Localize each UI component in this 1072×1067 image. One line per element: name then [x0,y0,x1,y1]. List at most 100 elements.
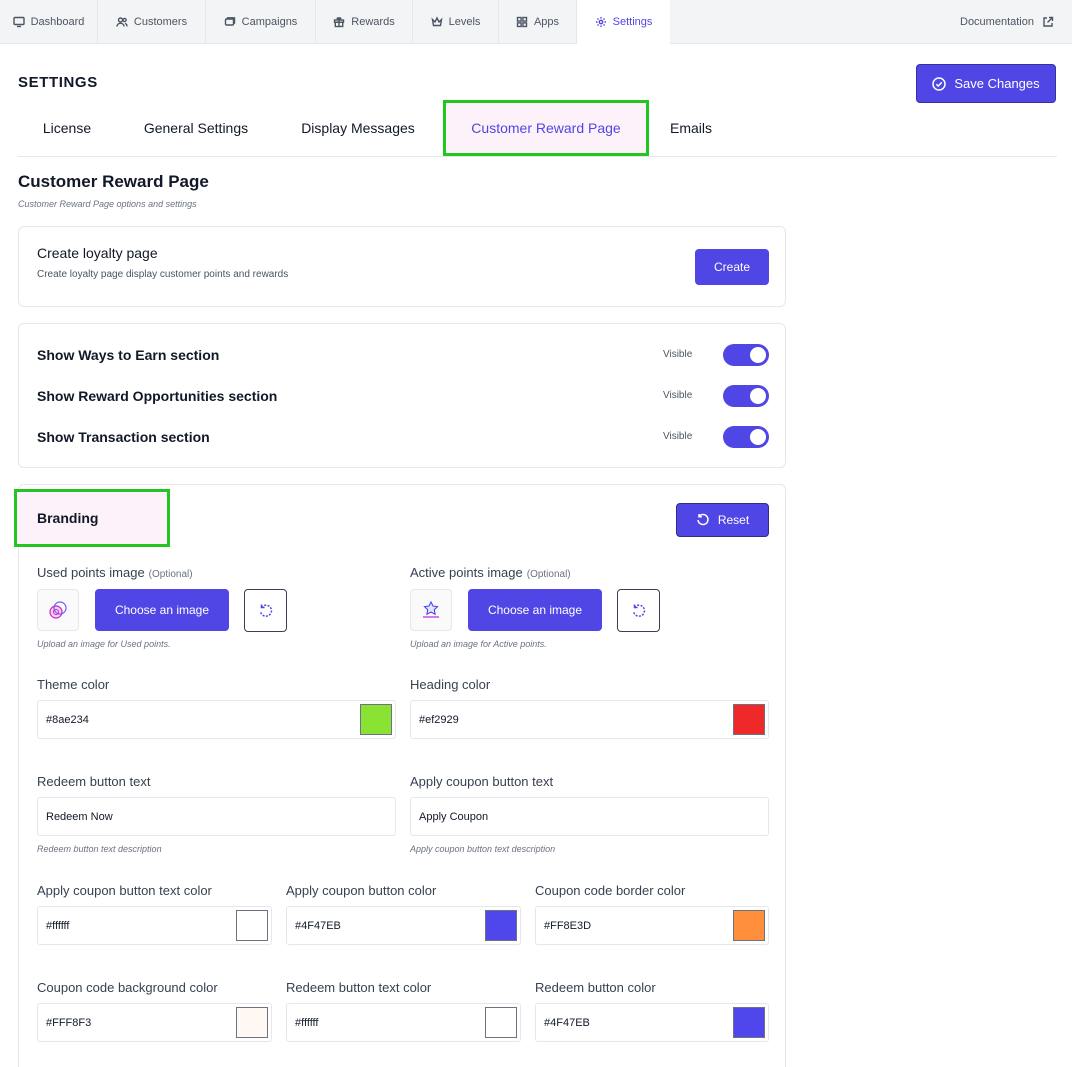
toggle-status: Visible [663,390,693,401]
nav-tab-customers[interactable]: Customers [98,0,206,44]
apply-text-hint: Apply coupon button text description [410,844,556,854]
undo-icon [259,603,272,617]
switch-knob [750,347,766,363]
apply-text-value: Apply Coupon [419,810,489,823]
heading-color-swatch[interactable] [733,704,765,735]
switch-knob [750,429,766,445]
apply-btn-color-value: #4F47EB [295,919,341,932]
active-points-thumbnail [410,589,452,631]
active-points-label-text: Active points image [410,565,523,580]
apply-btn-color-swatch[interactable] [485,910,517,941]
redeem-text-color-swatch[interactable] [485,1007,517,1038]
heading-color-label: Heading color [410,677,491,692]
coupon-bg-color-swatch[interactable] [236,1007,268,1038]
redeem-btn-color-swatch[interactable] [733,1007,765,1038]
section-description: Customer Reward Page options and setting… [18,199,197,209]
redeem-btn-color-input[interactable]: #4F47EB [535,1003,769,1042]
nav-tab-label: Levels [448,16,481,28]
toggle-row-reward-opportunities: Show Reward Opportunities section Visibl… [37,384,769,408]
branding-card: Branding Reset Used points image (Optiona… [14,484,786,1067]
undo-icon [632,603,645,617]
used-points-label: Used points image (Optional) [37,565,193,580]
apply-text-color-input[interactable]: #ffffff [37,906,272,945]
loyalty-description: Create loyalty page display customer poi… [37,269,289,280]
apply-text-color-label: Apply coupon button text color [37,883,212,898]
theme-color-label: Theme color [37,677,110,692]
save-changes-button[interactable]: Save Changes [916,64,1056,103]
toggle-status: Visible [663,431,693,442]
campaign-icon [224,17,235,26]
subtab-customer-reward-page[interactable]: Customer Reward Page [443,100,649,156]
check-circle-icon [932,76,947,91]
section-title: Customer Reward Page [18,172,209,191]
toggle-label: Show Transaction section [37,429,210,445]
apply-text-input[interactable]: Apply Coupon [410,797,769,836]
apply-text-label: Apply coupon button text [410,774,554,789]
nav-tab-label: Apps [533,16,560,28]
redeem-text-input[interactable]: Redeem Now [37,797,396,836]
subtab-general-settings[interactable]: General Settings [128,100,264,156]
redeem-text-color-value: #ffffff [295,1016,319,1029]
apply-text-color-value: #ffffff [46,919,70,932]
used-points-choose-image-button[interactable]: Choose an image [95,589,229,631]
active-points-choose-image-button[interactable]: Choose an image [468,589,602,631]
subtab-display-messages[interactable]: Display Messages [288,100,428,156]
nav-tab-settings[interactable]: Settings [577,0,670,44]
coupon-border-color-input[interactable]: #FF8E3D [535,906,769,945]
theme-color-input[interactable]: #8ae234 [37,700,396,739]
redeem-text-value: Redeem Now [46,810,113,823]
active-points-label: Active points image (Optional) [410,565,571,580]
documentation-label: Documentation [960,16,1034,28]
settings-subtabs: License General Settings Display Message… [18,100,1057,157]
reset-button[interactable]: Reset [676,503,769,537]
redeem-text-hint: Redeem button text description [37,844,162,854]
nav-tab-apps[interactable]: Apps [499,0,577,44]
toggle-label: Show Reward Opportunities section [37,388,278,404]
section-visibility-card: Show Ways to Earn section Visible Show R… [18,323,786,468]
switch-knob [750,388,766,404]
nav-tab-rewards[interactable]: Rewards [316,0,413,44]
create-button[interactable]: Create [695,249,769,285]
grid-icon [516,16,528,28]
transaction-switch[interactable] [723,426,769,448]
used-points-thumbnail [37,589,79,631]
heading-color-input[interactable]: #ef2929 [410,700,769,739]
coupon-border-color-value: #FF8E3D [544,919,592,932]
documentation-link[interactable]: Documentation [960,0,1054,44]
nav-tab-campaigns[interactable]: Campaigns [206,0,316,44]
theme-color-swatch[interactable] [360,704,392,735]
apply-text-color-swatch[interactable] [236,910,268,941]
coupon-bg-color-input[interactable]: #FFF8F3 [37,1003,272,1042]
active-points-hint: Upload an image for Active points. [410,639,547,649]
redeem-btn-color-label: Redeem button color [535,980,656,995]
apply-btn-color-input[interactable]: #4F47EB [286,906,521,945]
branding-title: Branding [14,489,170,547]
save-changes-label: Save Changes [954,76,1040,91]
subtab-emails[interactable]: Emails [656,100,726,156]
coupon-border-color-swatch[interactable] [733,910,765,941]
nav-tab-dashboard[interactable]: Dashboard [0,0,98,44]
reward-opportunities-switch[interactable] [723,385,769,407]
used-points-reset-image-button[interactable] [244,589,287,632]
users-icon [116,17,128,27]
coupon-bg-color-value: #FFF8F3 [46,1016,92,1029]
dashboard-icon [12,16,25,28]
optional-tag: (Optional) [526,569,571,580]
heading-color-value: #ef2929 [419,713,459,726]
active-points-reset-image-button[interactable] [617,589,660,632]
subtab-license[interactable]: License [18,100,116,156]
redeem-btn-color-value: #4F47EB [544,1016,590,1029]
redeem-text-color-input[interactable]: #ffffff [286,1003,521,1042]
used-points-hint: Upload an image for Used points. [37,639,171,649]
loyalty-page-card: Create loyalty page Create loyalty page … [18,226,786,307]
toggle-row-ways-to-earn: Show Ways to Earn section Visible [37,343,769,367]
ways-to-earn-switch[interactable] [723,344,769,366]
reset-icon [697,513,709,526]
page-title: SETTINGS [18,74,98,91]
nav-tab-label: Settings [612,16,653,28]
nav-tab-label: Customers [133,16,188,28]
nav-tab-label: Rewards [351,16,395,28]
nav-tab-label: Dashboard [30,16,85,28]
gift-icon [334,17,345,28]
nav-tab-levels[interactable]: Levels [413,0,499,44]
